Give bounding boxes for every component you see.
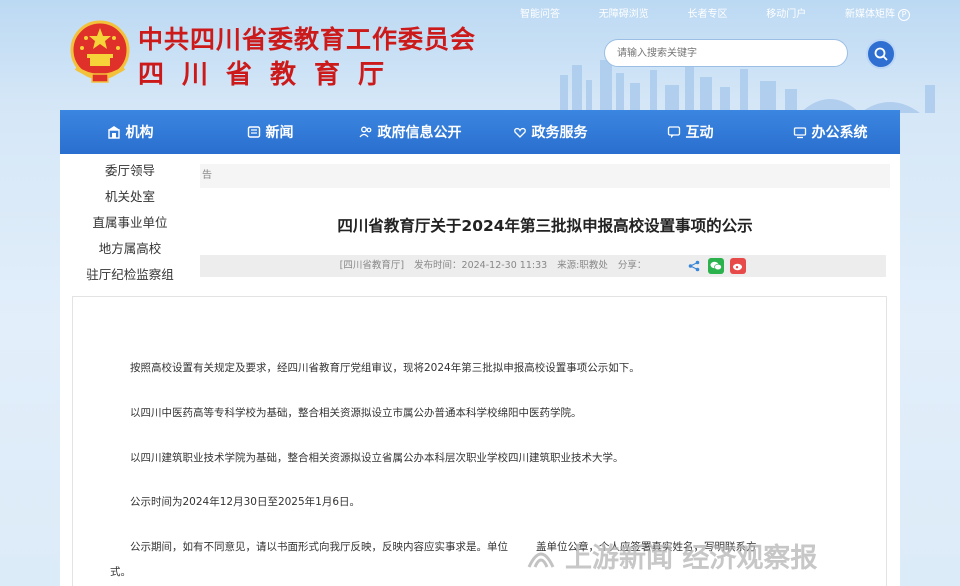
top-link-media[interactable]: 新媒体矩阵 P [845,5,910,21]
system-icon [793,127,806,139]
search-button[interactable] [866,39,896,69]
watermark: 上游新闻 经济观察报 [525,535,945,575]
wechat-icon [710,261,723,271]
breadcrumb-text: 告 [202,170,212,181]
nav-label: 政府信息公开 [377,125,462,141]
sidebar-item-inspection-group[interactable]: 驻厅纪检监察组 [60,262,200,288]
nav-label: 新闻 [265,125,294,141]
article-paragraph-3: 以四川建筑职业技术学院为基础，整合相关资源拟设立省属公办本科层次职业学校四川建筑… [130,452,624,464]
heart-hands-icon [513,127,526,138]
article-meta: [四川省教育厅] 发布时间：2024-12-30 11:33 来源:职教处 分享… [200,255,886,277]
meta-time: 发布时间：2024-12-30 11:33 [414,260,548,271]
nav-label: 互动 [685,125,714,141]
nav-item-interaction[interactable]: 互动 [620,122,760,142]
nav-item-news[interactable]: 新闻 [200,122,340,142]
nav-item-gov-info[interactable]: 政府信息公开 [340,122,480,142]
nav-item-office-system[interactable]: 办公系统 [760,122,900,142]
news-icon [247,126,260,138]
nav-label: 政务服务 [531,125,588,141]
sidebar-item-leadership[interactable]: 委厅领导 [60,158,200,184]
top-link-accessibility[interactable]: 无障碍浏览 [599,5,649,21]
site-title: 中共四川省委教育工作委员会 [138,25,477,54]
article-paragraph-5-cont: 式。 [110,566,131,578]
search-icon [874,47,888,61]
site-subtitle: 四川省教育厅 [138,60,403,90]
nav-item-gov-service[interactable]: 政务服务 [480,122,620,142]
top-link-qa[interactable]: 智能问答 [520,5,560,21]
people-icon [358,126,371,138]
main-nav: 机构 新闻 政府信息公开 政务服务 互动 办公系统 [60,110,900,154]
share-network-icon [689,260,700,272]
share-label: 分享： [617,260,647,271]
top-link-media-label: 新媒体矩阵 [845,9,895,20]
watermark-logo-icon [527,552,555,568]
article-paragraph-1: 按照高校设置有关规定及要求，经四川省教育厅党组审议，现将2024年第三批拟申报高… [130,362,640,374]
top-link-elderly[interactable]: 长者专区 [688,5,728,21]
sidebar-item-affiliated-units[interactable]: 直属事业单位 [60,210,200,236]
article-paragraph-2: 以四川中医药高等专科学校为基础，整合相关资源拟设立市属公办普通本科学校绵阳中医药… [130,407,582,419]
meta-source: [四川省教育厅] [339,260,405,271]
article-paragraph-4: 公示时间为2024年12月30日至2025年1月6日。 [130,496,361,508]
org-dropdown-menu: 委厅领导 机关处室 直属事业单位 地方属高校 驻厅纪检监察组 [60,154,200,288]
top-links: 智能问答 无障碍浏览 长者专区 移动门户 新媒体矩阵 P [520,5,910,21]
share-icons [686,258,747,274]
weibo-icon [733,263,743,271]
article-title: 四川省教育厅关于2024年第三批拟申报高校设置事项的公示 [337,217,753,235]
share-icon[interactable] [686,258,702,274]
sidebar-item-departments[interactable]: 机关处室 [60,184,200,210]
top-link-mobile[interactable]: 移动门户 [766,5,806,21]
chat-icon [667,126,680,138]
wechat-share-button[interactable] [708,258,725,274]
paragraph-5-head: 公示期间，如有不同意见，请以书面形式向我厅反映，反映内容应实事求是。单位 [130,541,508,553]
search-input[interactable] [604,39,848,67]
sidebar-item-local-universities[interactable]: 地方属高校 [60,236,200,262]
national-emblem-icon [70,20,130,83]
building-icon [107,126,120,139]
nav-label: 办公系统 [811,125,868,141]
media-matrix-icon: P [898,9,910,21]
weibo-share-button[interactable] [730,258,747,274]
breadcrumb: 告 [200,164,890,188]
watermark-text: 上游新闻 经济观察报 [565,542,818,574]
meta-from: 来源:职教处 [557,260,608,271]
nav-label: 机构 [125,125,154,141]
header: 中共四川省委教育工作委员会 四川省教育厅 智能问答 无障碍浏览 长者专区 移动门… [0,0,960,113]
nav-item-organization[interactable]: 机构 [60,122,200,142]
